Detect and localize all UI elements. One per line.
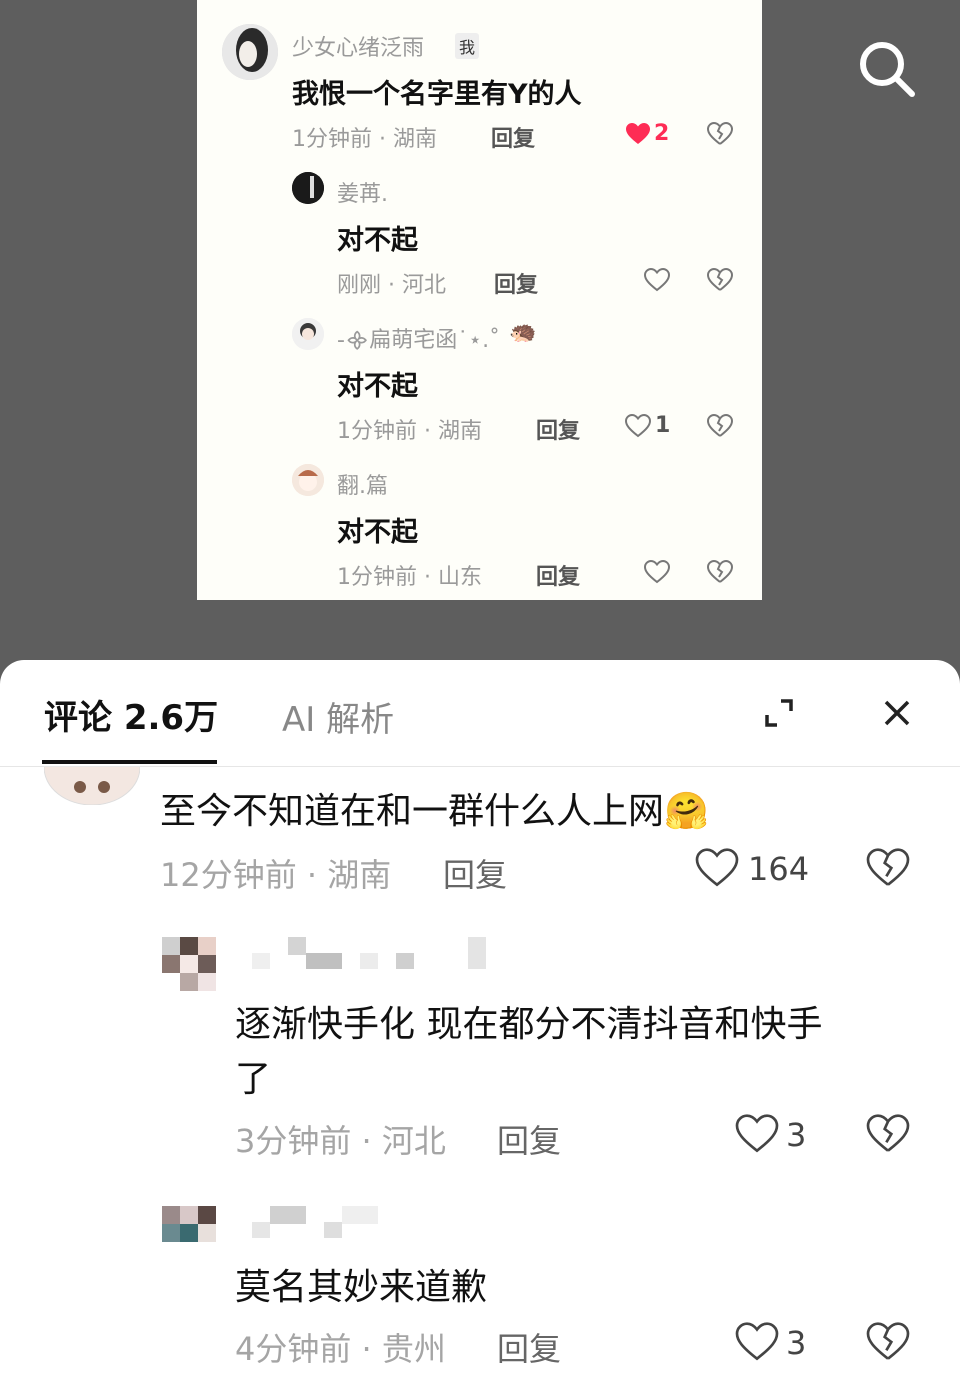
pixelated-username[interactable] (252, 937, 492, 971)
like-count: 164 (748, 850, 810, 888)
comment-text: 对不起 (337, 517, 418, 548)
dislike-icon[interactable] (706, 121, 734, 150)
heart-icon[interactable] (625, 122, 651, 150)
username[interactable]: -᯽扁萌宅函˙⋆.˚ (337, 322, 500, 354)
reply-button[interactable]: 回复 (494, 267, 538, 299)
comment-text-line2: 了 (235, 1059, 272, 1100)
reply-button[interactable]: 回复 (497, 1324, 561, 1370)
embedded-comment-screenshot: 少女心绪泛雨 我 我恨一个名字里有Y的人 1分钟前 · 湖南 回复 2 姜苒. … (197, 0, 762, 600)
comment-text: 莫名其妙来道歉 (235, 1267, 488, 1308)
dislike-icon[interactable] (866, 848, 910, 892)
reply-button[interactable]: 回复 (443, 850, 507, 896)
heart-icon[interactable] (695, 848, 739, 892)
heart-icon[interactable] (643, 267, 671, 296)
comment-text: 至今不知道在和一群什么人上网🤗 (160, 791, 709, 832)
reply-button[interactable]: 回复 (497, 1116, 561, 1162)
avatar[interactable] (292, 172, 324, 204)
hedgehog-emoji: 🦔 (509, 320, 537, 345)
tab-underline (42, 760, 217, 764)
username[interactable]: 姜苒. (337, 176, 388, 208)
dislike-icon[interactable] (866, 1322, 910, 1366)
comment-time: 12分钟前 · 湖南 (160, 856, 392, 894)
tab-comments[interactable]: 评论 2.6万 (44, 690, 218, 739)
dislike-icon[interactable] (866, 1114, 910, 1158)
avatar[interactable] (162, 937, 216, 991)
comment-time: 4分钟前 · 贵州 (235, 1330, 446, 1368)
comment-text: 逐渐快手化 现在都分不清抖音和快手 (235, 1004, 823, 1045)
heart-icon[interactable] (643, 559, 671, 588)
me-tag: 我 (455, 33, 480, 59)
avatar[interactable] (292, 464, 324, 496)
comment-time: 1分钟前 · 湖南 (292, 127, 437, 152)
tab-ai-analysis[interactable]: AI 解析 (282, 692, 394, 741)
comment-text: 对不起 (337, 225, 418, 256)
comment-time: 刚刚 · 河北 (337, 273, 447, 298)
comment-time: 1分钟前 · 湖南 (337, 419, 482, 444)
reply-button[interactable]: 回复 (536, 559, 580, 591)
dislike-icon[interactable] (706, 267, 734, 296)
expand-icon[interactable] (762, 696, 796, 730)
comment-time: 3分钟前 · 河北 (235, 1122, 446, 1160)
like-count: 1 (655, 413, 671, 438)
heart-icon[interactable] (624, 413, 652, 442)
avatar[interactable] (292, 318, 324, 350)
avatar[interactable] (44, 767, 140, 805)
like-count: 2 (654, 121, 670, 146)
reply-button[interactable]: 回复 (536, 413, 580, 445)
comment-text: 我恨一个名字里有Y的人 (292, 79, 582, 110)
divider (0, 766, 960, 767)
close-icon[interactable] (880, 696, 914, 730)
pixelated-username[interactable] (252, 1206, 392, 1240)
dislike-icon[interactable] (706, 413, 734, 442)
like-count: 3 (786, 1116, 807, 1154)
avatar[interactable] (222, 24, 278, 80)
search-icon[interactable] (856, 38, 916, 98)
heart-icon[interactable] (735, 1322, 779, 1366)
avatar[interactable] (162, 1206, 216, 1250)
reply-button[interactable]: 回复 (491, 121, 535, 153)
username[interactable]: 翻.篇 (337, 468, 388, 500)
username[interactable]: 少女心绪泛雨 (292, 30, 424, 62)
comment-time: 1分钟前 · 山东 (337, 565, 482, 590)
heart-icon[interactable] (735, 1114, 779, 1158)
like-count: 3 (786, 1324, 807, 1362)
comment-text: 对不起 (337, 371, 418, 402)
dislike-icon[interactable] (706, 559, 734, 588)
